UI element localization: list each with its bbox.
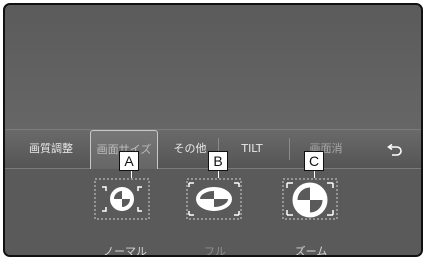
tab-tilt[interactable]: TILT xyxy=(232,130,272,168)
zoom-size-icon xyxy=(282,178,338,220)
callout-a: A xyxy=(119,151,139,171)
back-button[interactable] xyxy=(377,130,413,168)
back-arrow-icon xyxy=(387,143,402,156)
display-screen: 画質調整 画面サイズ その他 TILT 画面消 A B C ノーマル フル ズー… xyxy=(3,3,423,257)
full-mode-glow xyxy=(190,255,240,257)
callout-b: B xyxy=(208,151,228,171)
full-size-icon xyxy=(186,178,242,220)
callout-c: C xyxy=(304,151,324,171)
tab-divider xyxy=(289,138,290,160)
zoom-mode-button[interactable] xyxy=(281,177,339,221)
normal-mode-glow xyxy=(100,255,150,257)
full-mode-button[interactable] xyxy=(185,177,243,221)
normal-size-icon xyxy=(94,178,150,220)
tab-picture-quality[interactable]: 画質調整 xyxy=(25,130,77,168)
video-area xyxy=(5,5,421,129)
normal-mode-button[interactable] xyxy=(93,177,151,221)
zoom-mode-glow xyxy=(286,255,336,257)
tab-other[interactable]: その他 xyxy=(168,130,212,168)
